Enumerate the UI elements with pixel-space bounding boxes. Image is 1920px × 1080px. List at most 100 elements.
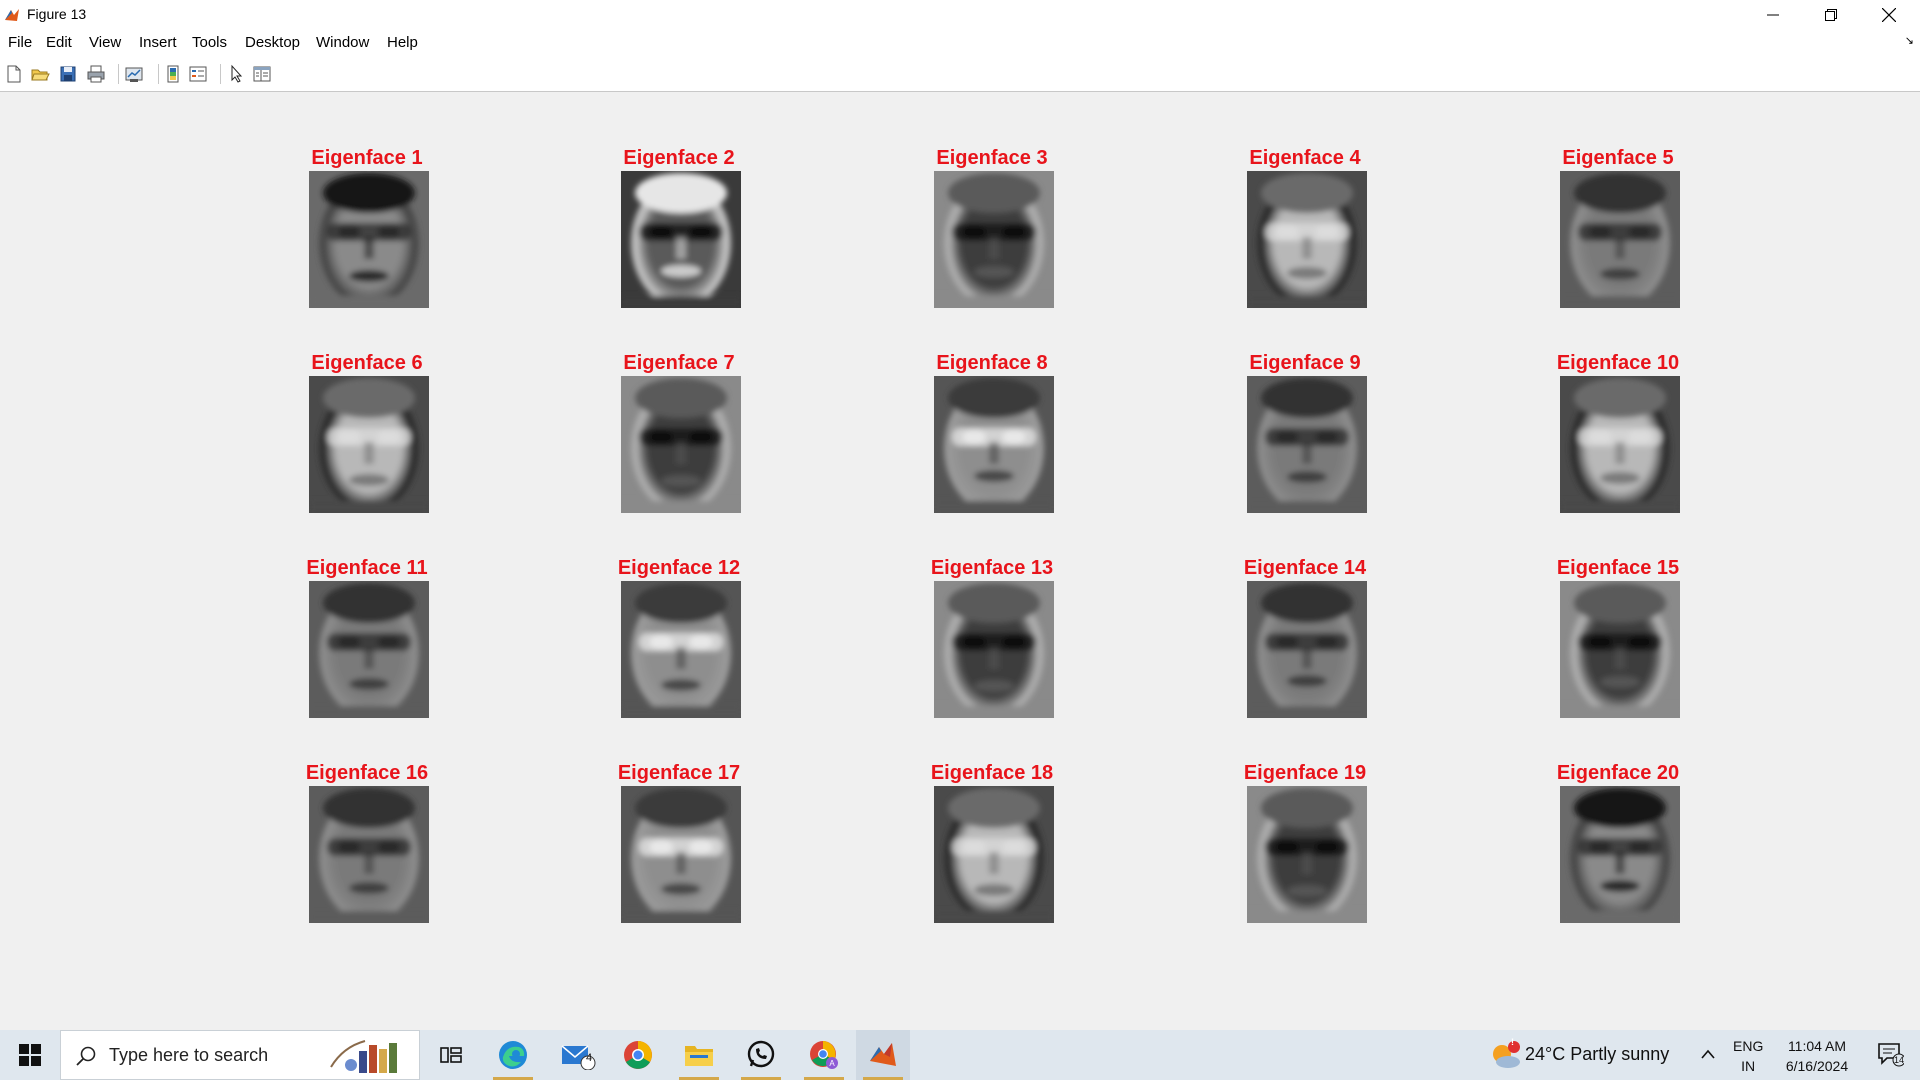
menu-help[interactable]: Help: [387, 34, 418, 51]
eigenface-graphic: [309, 376, 429, 513]
eigenface-graphic: [934, 786, 1054, 923]
open-file-icon[interactable]: [30, 64, 50, 84]
save-icon[interactable]: [58, 64, 78, 84]
chrome-profile-button[interactable]: A: [797, 1030, 851, 1080]
whatsapp-button[interactable]: [734, 1030, 788, 1080]
minimize-icon: [1767, 14, 1779, 16]
eigenface-image: [309, 786, 429, 923]
minimize-button[interactable]: [1744, 0, 1802, 30]
eigenface-image: [1560, 171, 1680, 308]
new-figure-icon[interactable]: [4, 64, 24, 84]
language-code: ENG: [1733, 1038, 1764, 1054]
notification-count: 14: [1894, 1055, 1905, 1065]
menu-window[interactable]: Window: [316, 34, 369, 51]
restore-button[interactable]: [1802, 0, 1860, 30]
eigenface-image: [1247, 581, 1367, 718]
eigenface-image: [309, 171, 429, 308]
mail-button[interactable]: 4: [551, 1030, 605, 1080]
eigenface-graphic: [1247, 171, 1367, 308]
eigenface-image: [621, 786, 741, 923]
chrome-button[interactable]: [611, 1030, 665, 1080]
eigenface-image: [621, 171, 741, 308]
property-inspector-icon[interactable]: [252, 64, 272, 84]
eigenface-title: Eigenface 9: [1249, 352, 1361, 374]
window-title: Figure 13: [27, 6, 87, 22]
matlab-icon: [870, 1043, 896, 1066]
matlab-button[interactable]: [856, 1030, 910, 1080]
close-button[interactable]: [1860, 0, 1918, 30]
toolbar-separator: [118, 64, 119, 84]
eigenface-image: [1560, 786, 1680, 923]
eigenface-graphic: [1247, 376, 1367, 513]
insert-colorbar-icon[interactable]: [164, 64, 184, 84]
eigenface-image: [309, 376, 429, 513]
menu-desktop[interactable]: Desktop: [245, 34, 300, 51]
taskbar-search-box[interactable]: Type here to search: [60, 1030, 420, 1080]
file-explorer-button[interactable]: [672, 1030, 726, 1080]
toolbar-separator: [158, 64, 159, 84]
task-view-button[interactable]: [424, 1030, 478, 1080]
close-icon: [1882, 8, 1896, 22]
eigenface-graphic: [309, 786, 429, 923]
start-button[interactable]: [0, 1030, 60, 1080]
mail-badge: 4: [586, 1052, 593, 1064]
eigenface-graphic: [309, 581, 429, 718]
eigenface-title: Eigenface 4: [1249, 147, 1361, 169]
menu-insert[interactable]: Insert: [139, 34, 177, 51]
system-clock[interactable]: 11:04 AM 6/16/2024: [1772, 1036, 1862, 1076]
eigenface-title: Eigenface 3: [936, 147, 1048, 169]
figure-canvas: Eigenface 1 Eigenface 2 Eigenface 3 Eigenfa…: [0, 92, 1920, 1030]
menu-edit[interactable]: Edit: [46, 34, 72, 51]
eigenface-image: [934, 376, 1054, 513]
clock-time: 11:04 AM: [1787, 1038, 1847, 1054]
notification-center-button[interactable]: 14: [1866, 1030, 1920, 1080]
edge-button[interactable]: [486, 1030, 540, 1080]
eigenface-image: [934, 786, 1054, 923]
eigenface-graphic: [309, 171, 429, 308]
eigenface-graphic: [934, 581, 1054, 718]
eigenface-title: Eigenface 12: [617, 557, 741, 579]
taskbar: Type here to search 4 A ! 24°C Partly su…: [0, 1030, 1920, 1080]
menu-tools[interactable]: Tools: [192, 34, 227, 51]
restore-icon: [1825, 9, 1837, 21]
link-plot-icon[interactable]: [124, 64, 144, 84]
svg-text:A: A: [829, 1059, 835, 1068]
eigenface-graphic: [1560, 786, 1680, 923]
pointer-icon[interactable]: [226, 64, 246, 84]
menu-file[interactable]: File: [8, 34, 32, 51]
print-icon[interactable]: [86, 64, 106, 84]
eigenface-graphic: [934, 171, 1054, 308]
menu-view[interactable]: View: [89, 34, 121, 51]
eigenface-title: Eigenface 20: [1556, 762, 1680, 784]
eigenface-graphic: [621, 171, 741, 308]
eigenface-title: Eigenface 2: [623, 147, 735, 169]
dock-arrow-icon[interactable]: ↘: [1905, 34, 1914, 47]
weather-text[interactable]: 24°C Partly sunny: [1525, 1044, 1669, 1065]
menu-bar: File Edit View Insert Tools Desktop Wind…: [0, 30, 1920, 57]
eigenface-image: [1560, 581, 1680, 718]
eigenface-graphic: [1560, 581, 1680, 718]
eigenface-graphic: [621, 376, 741, 513]
eigenface-image: [309, 581, 429, 718]
edge-icon: [499, 1041, 527, 1069]
input-language-indicator[interactable]: ENG IN: [1733, 1036, 1763, 1076]
clock-date: 6/16/2024: [1785, 1058, 1849, 1074]
eigenface-title: Eigenface 10: [1556, 352, 1680, 374]
eigenface-title: Eigenface 11: [306, 557, 428, 579]
windows-logo-icon: [19, 1044, 41, 1066]
title-bar: Figure 13: [0, 0, 1920, 30]
show-hidden-icons-icon[interactable]: [1700, 1048, 1716, 1060]
eigenface-graphic: [621, 581, 741, 718]
eigenface-graphic: [1247, 786, 1367, 923]
search-highlight-illustration-icon: [330, 1040, 397, 1073]
eigenface-title: Eigenface 14: [1243, 557, 1367, 579]
insert-legend-icon[interactable]: [188, 64, 208, 84]
eigenface-title: Eigenface 15: [1556, 557, 1680, 579]
eigenface-graphic: [1560, 171, 1680, 308]
eigenface-image: [1247, 376, 1367, 513]
task-view-icon: [440, 1047, 462, 1063]
eigenface-image: [621, 581, 741, 718]
eigenface-title: Eigenface 7: [623, 352, 735, 374]
eigenface-title: Eigenface 18: [930, 762, 1054, 784]
eigenface-title: Eigenface 13: [930, 557, 1054, 579]
